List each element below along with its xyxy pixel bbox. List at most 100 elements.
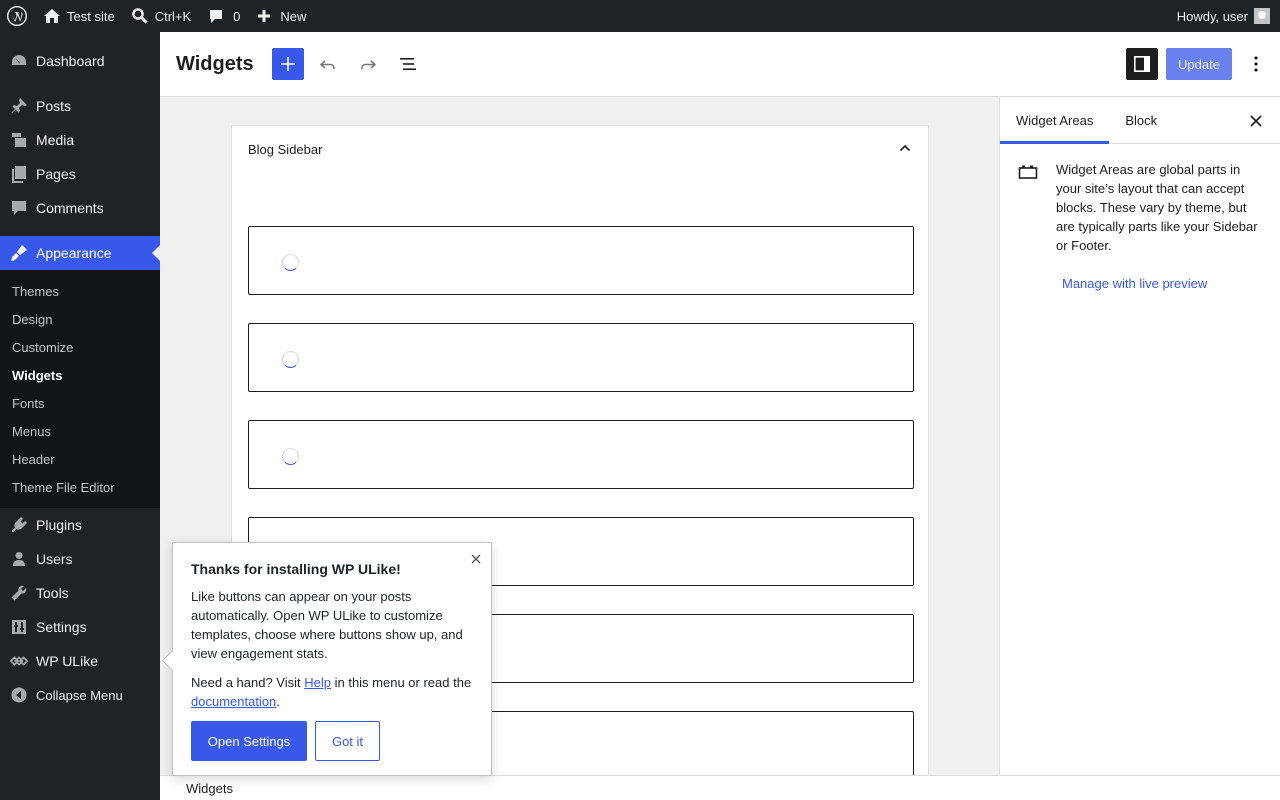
widget-area-title: Blog Sidebar (248, 141, 323, 157)
options-button[interactable] (1240, 48, 1272, 80)
paintbrush-icon (10, 244, 28, 262)
close-icon (471, 554, 481, 564)
wordpress-logo-icon[interactable] (0, 0, 35, 32)
submenu-design[interactable]: Design (0, 305, 160, 333)
submenu-fonts[interactable]: Fonts (0, 389, 160, 417)
breadcrumb[interactable]: Widgets (186, 781, 233, 796)
site-name: Test site (67, 8, 115, 24)
avatar (1254, 8, 1270, 24)
menu-label-users: Users (36, 551, 73, 567)
appearance-submenu: Themes Design Customize Widgets Fonts Me… (0, 270, 160, 508)
settings-icon (10, 618, 28, 636)
close-sidebar-button[interactable] (1244, 109, 1268, 133)
plus-icon (280, 57, 295, 71)
admin-menu: Dashboard Posts Media Pages Comments App… (0, 32, 160, 800)
popup-body: Like buttons can appear on your posts au… (191, 589, 463, 661)
site-name-link[interactable]: Test site (35, 0, 123, 32)
menu-item-plugins[interactable]: Plugins (0, 508, 160, 542)
menu-label-dashboard: Dashboard (36, 53, 105, 69)
tab-widget-areas[interactable]: Widget Areas (1000, 97, 1110, 144)
menu-label-wp-ulike: WP ULike (36, 653, 98, 669)
admin-bar: Test site Ctrl+K 0 New Howdy, user (0, 0, 1280, 32)
loading-spinner-icon (282, 254, 299, 271)
search-icon (131, 8, 148, 24)
popup-help-text: Need a hand? Visit Help in this menu or … (191, 673, 473, 711)
new-label: New (280, 8, 307, 24)
new-content-link[interactable]: New (248, 0, 314, 32)
menu-label-media: Media (36, 132, 75, 148)
chevron-up-icon[interactable] (898, 141, 912, 158)
menu-item-tools[interactable]: Tools (0, 576, 160, 610)
menu-label-posts: Posts (36, 98, 72, 114)
submenu-themes[interactable]: Themes (0, 277, 160, 305)
plugin-icon (10, 516, 28, 534)
close-icon (1250, 115, 1262, 127)
widget-block-placeholder[interactable] (248, 323, 914, 392)
wp-ulike-welcome-popup: Thanks for installing WP ULike! Like but… (172, 542, 492, 776)
collapse-icon (10, 686, 28, 704)
documentation-link[interactable]: documentation (191, 694, 276, 709)
sidebar-icon (1134, 56, 1150, 72)
widget-areas-description: Widget Areas are global parts in your si… (1056, 162, 1258, 253)
undo-button[interactable] (312, 48, 344, 80)
submenu-menus[interactable]: Menus (0, 417, 160, 445)
comments-icon (10, 199, 28, 217)
block-inserter-button[interactable] (271, 48, 304, 80)
pages-icon (10, 165, 28, 183)
undo-icon (319, 60, 335, 69)
collapse-menu-button[interactable]: Collapse Menu (0, 678, 160, 712)
sidebar-tabs: Widget Areas Block (1000, 97, 1280, 144)
menu-item-media[interactable]: Media (0, 123, 160, 157)
settings-sidebar-toggle[interactable] (1126, 48, 1158, 80)
menu-item-users[interactable]: Users (0, 542, 160, 576)
menu-label-pages: Pages (36, 166, 76, 182)
menu-item-posts[interactable]: Posts (0, 89, 160, 123)
open-settings-button[interactable]: Open Settings (191, 721, 307, 761)
update-button[interactable]: Update (1166, 48, 1232, 80)
media-icon (10, 131, 28, 149)
menu-label-plugins: Plugins (36, 517, 82, 533)
menu-item-settings[interactable]: Settings (0, 610, 160, 644)
editor-header: Widgets Update (160, 32, 1280, 97)
menu-label-collapse: Collapse Menu (36, 687, 123, 703)
redo-button[interactable] (352, 48, 384, 80)
menu-label-settings: Settings (36, 619, 87, 635)
comments-count: 0 (233, 8, 241, 24)
help-suffix: . (276, 694, 280, 709)
popup-title: Thanks for installing WP ULike! (191, 561, 401, 577)
widget-area-header[interactable]: Blog Sidebar (232, 126, 928, 172)
comments-link[interactable]: 0 (199, 0, 248, 32)
widget-block-placeholder[interactable] (248, 420, 914, 489)
menu-item-comments[interactable]: Comments (0, 191, 160, 225)
more-vertical-icon (1254, 56, 1258, 72)
menu-item-wp-ulike[interactable]: WP ULike (0, 644, 160, 678)
got-it-button[interactable]: Got it (315, 721, 380, 761)
submenu-customize[interactable]: Customize (0, 333, 160, 361)
page-title: Widgets (176, 52, 254, 75)
submenu-theme-file-editor[interactable]: Theme File Editor (0, 473, 160, 501)
my-account[interactable]: Howdy, user (1177, 8, 1280, 24)
editor-footer: Widgets (160, 775, 1280, 800)
dashboard-icon (10, 52, 28, 70)
howdy-text: Howdy, user (1176, 8, 1248, 24)
tab-block[interactable]: Block (1109, 97, 1173, 143)
wrench-icon (10, 584, 28, 602)
command-palette-link[interactable]: Ctrl+K (123, 0, 199, 32)
help-prefix: Need a hand? Visit (191, 675, 305, 690)
menu-label-comments: Comments (36, 200, 104, 216)
manage-live-preview-link[interactable]: Manage with live preview (1062, 276, 1280, 291)
list-view-button[interactable] (392, 48, 424, 80)
pin-icon (10, 97, 28, 115)
menu-item-appearance[interactable]: Appearance (0, 236, 160, 270)
help-link[interactable]: Help (304, 675, 331, 690)
search-shortcut: Ctrl+K (154, 8, 192, 24)
menu-item-dashboard[interactable]: Dashboard (0, 44, 160, 78)
home-icon (44, 9, 60, 23)
submenu-header[interactable]: Header (0, 445, 160, 473)
comment-icon (210, 10, 223, 23)
widget-area-icon (1018, 160, 1040, 255)
submenu-widgets[interactable]: Widgets (0, 361, 160, 389)
popup-close-button[interactable] (469, 552, 483, 566)
menu-item-pages[interactable]: Pages (0, 157, 160, 191)
widget-block-placeholder[interactable] (248, 226, 914, 295)
